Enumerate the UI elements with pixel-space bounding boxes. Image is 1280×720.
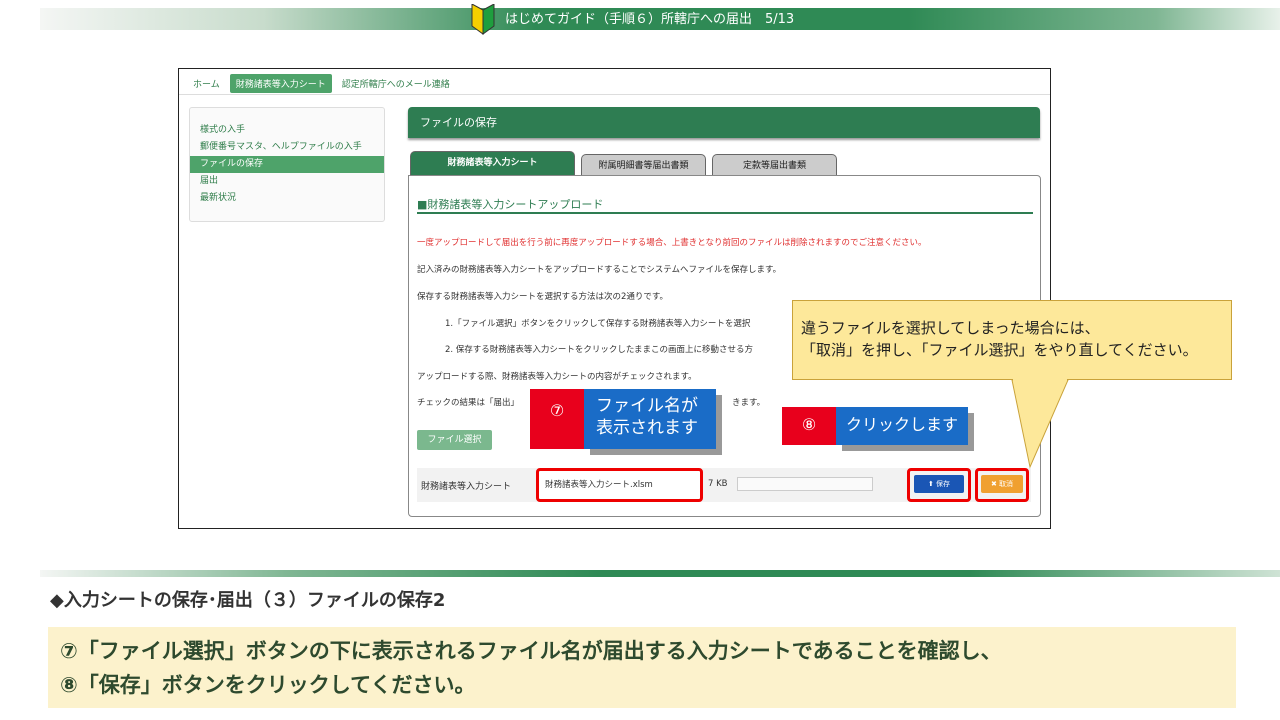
nav-mail[interactable]: 認定所轄庁へのメール連絡 [342, 77, 450, 90]
beginner-mark-icon [471, 4, 495, 35]
tab-input-sheet[interactable]: 財務諸表等入力シート [410, 151, 575, 176]
sidebar-item-submit[interactable]: 届出 [190, 173, 384, 190]
callout-7: ⑦ ファイル名が 表示されます [530, 389, 716, 449]
tip-callout: 違うファイルを選択してしまった場合には、 「取消」を押し、「ファイル選択」をやり… [792, 300, 1232, 380]
bottom-band [40, 570, 1280, 577]
nav-home[interactable]: ホーム [193, 77, 220, 90]
tab-attachments[interactable]: 附属明細書等届出書類 [581, 154, 706, 175]
file-select-button[interactable]: ファイル選択 [417, 430, 492, 450]
sidebar-item-save-file[interactable]: ファイルの保存 [190, 156, 384, 173]
callout-7-number: ⑦ [530, 389, 584, 449]
progress-bar [737, 477, 873, 491]
tip-pointer [1011, 379, 1069, 469]
nav-divider [179, 94, 1050, 95]
sidebar: 様式の入手 郵便番号マスタ、ヘルプファイルの入手 ファイルの保存 届出 最新状況 [189, 107, 385, 222]
summary-line2: ⑧「保存」ボタンをクリックしてください。 [60, 673, 476, 697]
tip-line1: 違うファイルを選択してしまった場合には、 [801, 319, 1100, 337]
callout-8-label: クリックします [836, 407, 968, 445]
callout-7-label: ファイル名が 表示されます [584, 389, 716, 449]
tab-articles[interactable]: 定款等届出書類 [712, 154, 837, 175]
top-nav: ホーム 財務諸表等入力シート 認定所轄庁へのメール連絡 [193, 73, 460, 93]
callout-8: ⑧ クリックします [782, 407, 968, 445]
summary-box: ⑦「ファイル選択」ボタンの下に表示されるファイル名が届出する入力シートであること… [48, 627, 1236, 708]
section-title: ■財務諸表等入力シートアップロード [417, 198, 604, 211]
screenshot-frame: ホーム 財務諸表等入力シート 認定所轄庁へのメール連絡 様式の入手 郵便番号マス… [178, 68, 1051, 529]
main-header: ファイルの保存 [408, 107, 1040, 138]
tip-line2: 「取消」を押し、「ファイル選択」をやり直してください。 [801, 341, 1198, 359]
info-text-1: 記入済みの財務諸表等入力シートをアップロードすることでシステムへファイルを保存し… [417, 265, 782, 275]
sidebar-item-forms[interactable]: 様式の入手 [190, 122, 384, 139]
file-row-label: 財務諸表等入力シート [421, 482, 512, 492]
page-title: はじめてガイド（手順６）所轄庁への届出 5/13 [505, 12, 795, 27]
section-divider [417, 212, 1033, 214]
info-text-6b: きます。 [732, 398, 766, 408]
save-button-label: 保存 [936, 480, 951, 488]
cancel-button-label: 取消 [999, 480, 1014, 488]
callout-7-line2: 表示されます [596, 418, 698, 438]
info-text-3: 1.「ファイル選択」ボタンをクリックして保存する財務諸表等入力シートを選択 [445, 319, 751, 329]
save-button[interactable]: ⬆ 保存 [914, 475, 964, 493]
sidebar-item-postal[interactable]: 郵便番号マスタ、ヘルプファイルの入手 [190, 139, 384, 156]
summary-line1: ⑦「ファイル選択」ボタンの下に表示されるファイル名が届出する入力シートであること… [60, 639, 1002, 663]
warning-text: 一度アップロードして届出を行う前に再度アップロードする場合、上書きとなり前回のフ… [417, 238, 927, 248]
callout-7-line1: ファイル名が [596, 396, 698, 416]
info-text-5: アップロードする際、財務諸表等入力シートの内容がチェックされます。 [417, 372, 697, 382]
sidebar-item-status[interactable]: 最新状況 [190, 190, 384, 207]
info-text-6a: チェックの結果は「届出」 [417, 398, 520, 408]
info-text-2: 保存する財務諸表等入力シートを選択する方法は次の2通りです。 [417, 292, 669, 302]
cancel-button[interactable]: ✖ 取消 [981, 475, 1023, 493]
nav-input-sheet[interactable]: 財務諸表等入力シート [229, 73, 332, 93]
file-name-display: 財務諸表等入力シート.xlsm [536, 468, 703, 502]
section-subtitle: ◆入力シートの保存･届出（３）ファイルの保存2 [50, 590, 446, 611]
file-size: 7 KB [708, 479, 728, 489]
callout-8-number: ⑧ [782, 407, 836, 445]
info-text-4: 2. 保存する財務諸表等入力シートをクリックしたままこの画面上に移動させる方 [445, 345, 754, 355]
